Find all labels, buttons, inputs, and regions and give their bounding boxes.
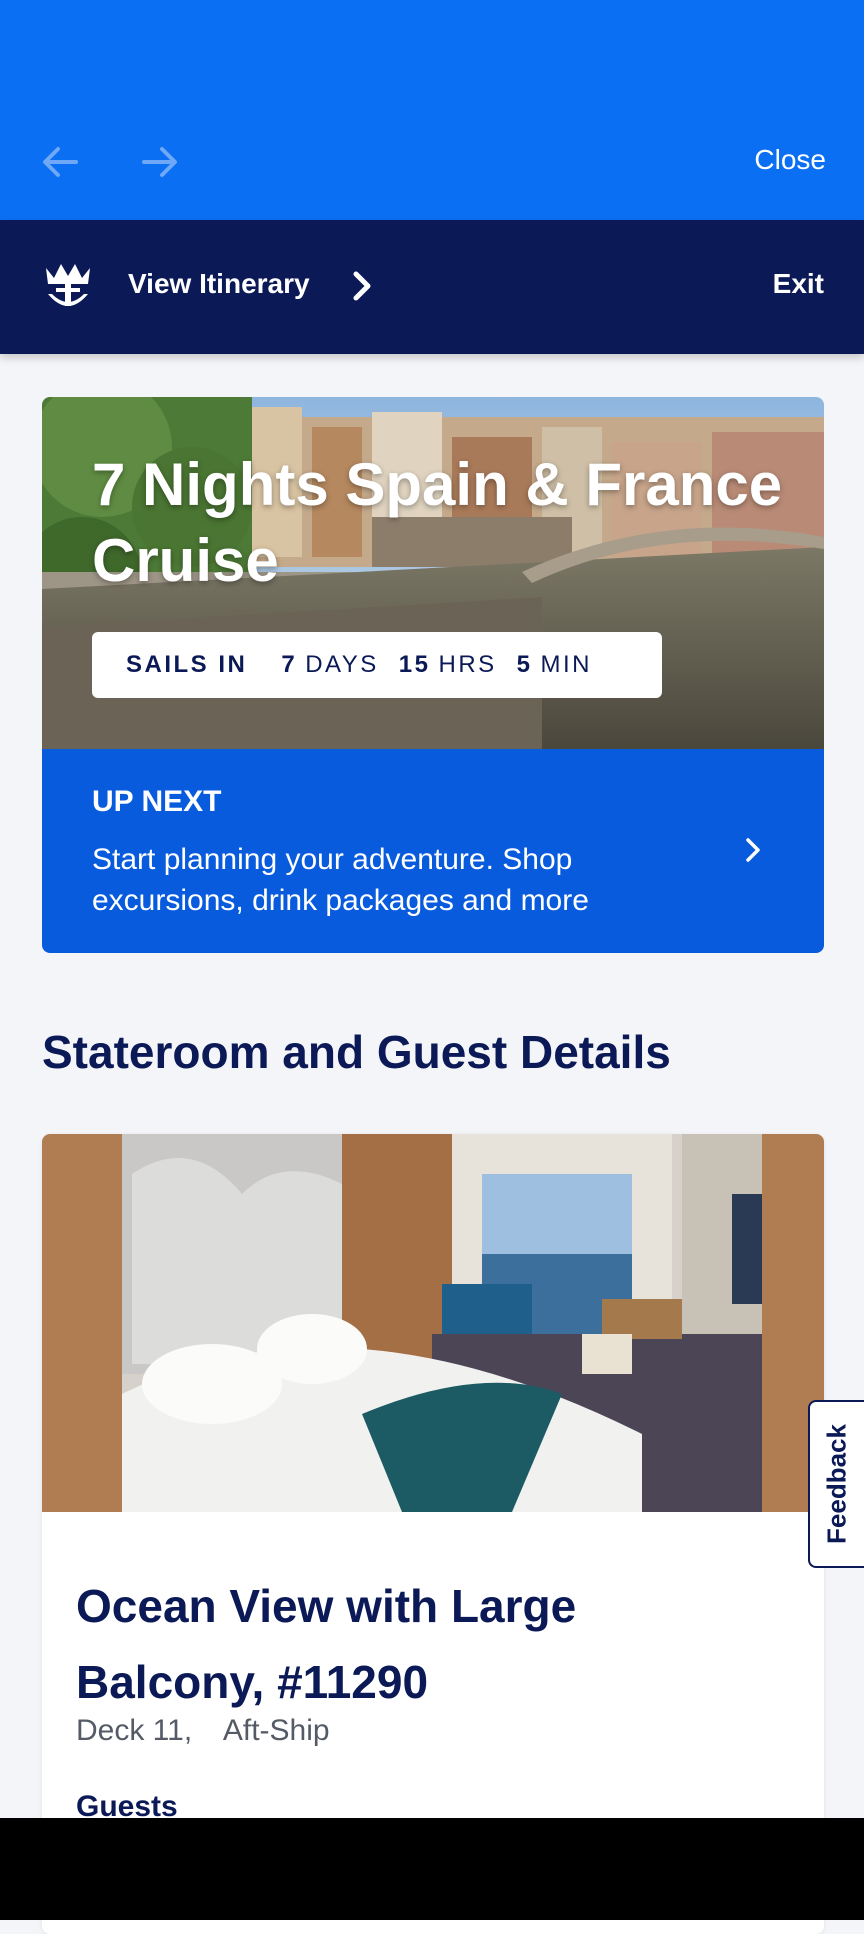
- up-next-banner[interactable]: UP NEXT Start planning your adventure. S…: [42, 749, 824, 953]
- countdown-minutes: 5: [516, 651, 533, 678]
- browser-toolbar: Close: [0, 0, 864, 220]
- stateroom-photo: [42, 1134, 824, 1512]
- crown-anchor-icon: [46, 264, 90, 306]
- stateroom-title: Ocean View with Large Balcony, #11290: [76, 1580, 577, 1708]
- chevron-right-icon: [746, 838, 760, 862]
- arrow-left-icon[interactable]: [36, 138, 84, 186]
- countdown-days: 7: [281, 651, 298, 678]
- close-button[interactable]: Close: [754, 144, 826, 176]
- deck-label: Deck 11,: [76, 1714, 193, 1747]
- system-navigation-bar: [0, 1818, 864, 1920]
- section-title: Stateroom and Guest Details: [42, 1026, 671, 1078]
- countdown-minutes-unit: MIN: [540, 651, 593, 678]
- countdown-days-unit: DAYS: [305, 651, 379, 678]
- view-itinerary-link[interactable]: View Itinerary: [128, 268, 310, 300]
- up-next-text: Start planning your adventure. Shop excu…: [92, 843, 589, 917]
- chevron-right-icon[interactable]: [348, 268, 376, 304]
- feedback-label: Feedback: [821, 1424, 852, 1544]
- arrow-right-icon[interactable]: [136, 138, 184, 186]
- countdown-hours-unit: HRS: [438, 651, 497, 678]
- countdown-hours: 15: [398, 651, 431, 678]
- ship-location: Aft-Ship: [222, 1714, 330, 1747]
- cruise-title: 7 Nights Spain & France Cruise: [92, 451, 783, 594]
- feedback-tab[interactable]: Feedback: [808, 1400, 864, 1568]
- cruise-hero-card: 7 Nights Spain & France Cruise SAILS IN …: [42, 397, 824, 749]
- up-next-label: UP NEXT: [92, 785, 222, 818]
- exit-button[interactable]: Exit: [773, 268, 824, 300]
- sail-countdown: SAILS IN 7 DAYS 15 HRS 5 MIN: [92, 632, 662, 698]
- countdown-label: SAILS IN: [126, 651, 248, 678]
- stateroom-card[interactable]: Ocean View with Large Balcony, #11290 De…: [42, 1134, 824, 1934]
- stateroom-meta: Deck 11, Aft-Ship: [76, 1714, 354, 1748]
